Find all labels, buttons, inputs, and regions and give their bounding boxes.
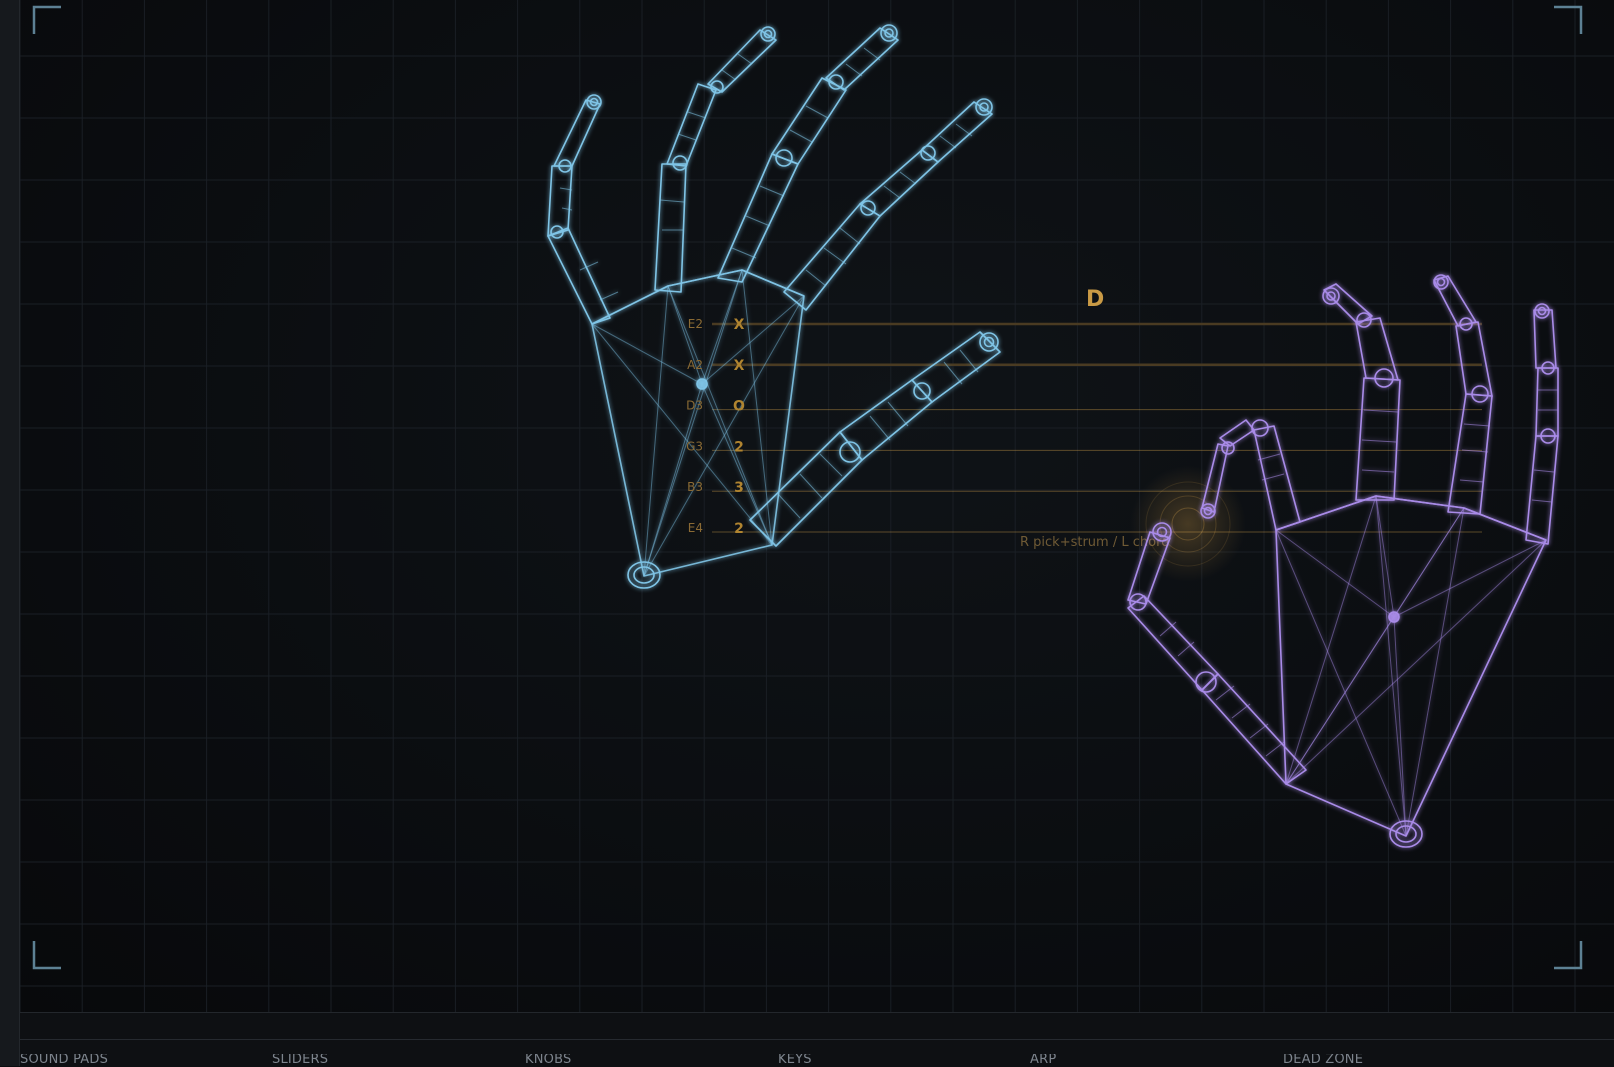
chord-name: D: [1086, 287, 1104, 312]
tab-knobs[interactable]: KNOBS: [525, 1054, 571, 1066]
tab-dead-zone[interactable]: DEAD ZONE: [1283, 1054, 1363, 1066]
string-note-label: B3: [687, 480, 703, 494]
toolbar-divider: [20, 1039, 1614, 1040]
fret-marker: O: [733, 399, 745, 415]
fret-marker: 3: [734, 480, 744, 496]
fret-marker: 2: [734, 439, 744, 455]
string-note-label: E2: [688, 317, 703, 331]
fret-marker: X: [734, 317, 745, 333]
string-note-label: D3: [686, 399, 703, 413]
string-note-label: A2: [687, 358, 703, 372]
left-rail: [0, 0, 20, 1066]
tab-arp[interactable]: ARP: [1030, 1054, 1056, 1066]
fret-marker: X: [734, 358, 745, 374]
left-hand-wireframe[interactable]: [547, 24, 1001, 589]
tab-sliders[interactable]: SLIDERS: [272, 1054, 328, 1066]
string-labels: E2 X A2 X D3 O G3 2 B3 3 E4 2: [686, 317, 745, 537]
hand-tracking-viewport[interactable]: D R pick+strum / L chord E2 X A2 X D3 O …: [20, 0, 1614, 1012]
string-note-label: E4: [688, 521, 703, 535]
fret-marker: 2: [734, 521, 744, 537]
string-note-label: G3: [686, 439, 703, 453]
viewport-canvas: D R pick+strum / L chord E2 XA2 XD3 OG3 …: [20, 0, 1614, 1012]
bottom-toolbar: [20, 1012, 1614, 1067]
strum-pulse: [1130, 466, 1246, 582]
tab-keys[interactable]: KEYS: [778, 1054, 812, 1066]
tab-sound-pads[interactable]: SOUND PADS: [20, 1054, 108, 1066]
